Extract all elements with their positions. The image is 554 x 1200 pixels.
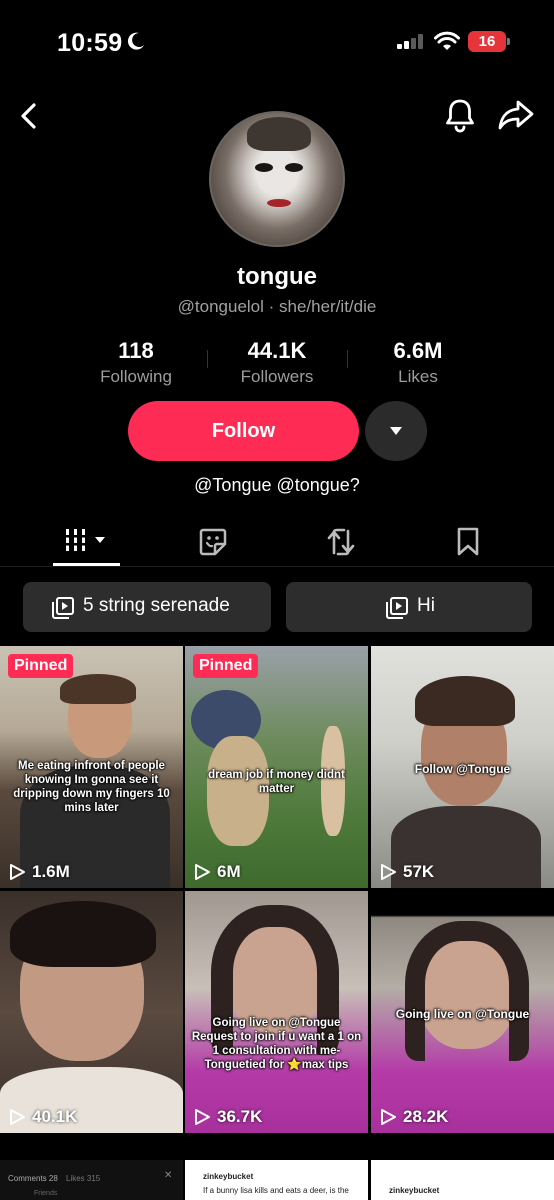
stat-likes[interactable]: 6.6M Likes bbox=[343, 338, 493, 387]
tab-reposts[interactable] bbox=[325, 518, 359, 566]
avatar[interactable] bbox=[209, 111, 345, 247]
back-arrow-icon[interactable] bbox=[14, 100, 46, 132]
tab-favorites[interactable] bbox=[454, 518, 482, 566]
status-time: 10:59 bbox=[57, 29, 123, 57]
view-count-value: 36.7K bbox=[217, 1107, 263, 1126]
video-tile[interactable]: Going live on @Tongue 28.2K bbox=[371, 891, 554, 1133]
likes-label: Likes 315 bbox=[66, 1174, 101, 1183]
play-icon bbox=[381, 864, 396, 880]
stat-label: Followers bbox=[240, 367, 314, 386]
signal-icon bbox=[397, 34, 423, 49]
moon-icon bbox=[127, 32, 144, 50]
stat-value: 118 bbox=[118, 338, 154, 363]
playlist-chip[interactable]: Hi bbox=[286, 582, 532, 632]
play-icon bbox=[381, 1109, 396, 1125]
playlist-chip[interactable]: 5 string serenade bbox=[23, 582, 271, 632]
caret-down-icon bbox=[390, 427, 402, 435]
playlist-icon bbox=[52, 597, 74, 619]
stat-label: Following bbox=[100, 367, 172, 386]
status-bar: 10:59 16 bbox=[0, 0, 554, 84]
stat-followers[interactable]: 44.1K Followers bbox=[202, 338, 352, 387]
bookmark-icon bbox=[457, 527, 479, 556]
play-icon bbox=[10, 864, 25, 880]
play-icon bbox=[195, 1109, 210, 1125]
stat-following[interactable]: 118 Following bbox=[61, 338, 211, 387]
view-count: 28.2K bbox=[379, 1107, 448, 1127]
view-count: 1.6M bbox=[8, 862, 70, 882]
video-tile[interactable]: 40.1K bbox=[0, 891, 183, 1133]
play-icon bbox=[195, 864, 210, 880]
video-tile[interactable]: Pinned dream job if money didnt matter 6… bbox=[185, 646, 368, 888]
sticker-face-icon bbox=[199, 528, 227, 556]
grid-icon bbox=[63, 529, 105, 551]
playlist-label: 5 string serenade bbox=[83, 595, 230, 616]
username: tongue bbox=[237, 263, 317, 290]
view-count: 6M bbox=[193, 862, 241, 882]
suggested-accounts-button[interactable] bbox=[365, 401, 427, 461]
view-count: 57K bbox=[379, 862, 434, 882]
stat-value: 6.6M bbox=[393, 338, 443, 363]
close-icon: ✕ bbox=[164, 1170, 173, 1181]
view-count: 40.1K bbox=[8, 1107, 77, 1127]
tabs-divider bbox=[0, 566, 554, 567]
stat-value: 44.1K bbox=[247, 338, 307, 363]
video-caption: dream job if money didnt matter bbox=[208, 769, 345, 795]
view-count-value: 1.6M bbox=[32, 862, 70, 881]
view-count-value: 40.1K bbox=[32, 1107, 78, 1126]
follow-button[interactable]: Follow bbox=[128, 401, 359, 461]
battery-level: 16 bbox=[478, 33, 496, 50]
video-caption: Follow @Tongue bbox=[414, 762, 511, 776]
view-count: 36.7K bbox=[193, 1107, 262, 1127]
play-icon bbox=[10, 1109, 25, 1125]
peek-username: zinkeybucket bbox=[389, 1186, 440, 1195]
stat-label: Likes bbox=[398, 367, 438, 386]
video-tile-peek[interactable]: zinkeybucket If a bunny lisa kills and e… bbox=[185, 1160, 368, 1200]
playlist-icon bbox=[386, 597, 408, 619]
video-caption: Going live on @Tongue Request to join if… bbox=[191, 1017, 362, 1071]
peek-comment-text: If a bunny lisa kills and eats a deer, i… bbox=[203, 1186, 349, 1195]
video-caption: Going live on @Tongue bbox=[395, 1007, 530, 1021]
battery-indicator: 16 bbox=[468, 31, 510, 52]
repost-icon bbox=[327, 528, 355, 556]
wifi-icon bbox=[434, 31, 460, 50]
handle-and-pronouns: @tonguelol · she/her/it/die bbox=[177, 297, 377, 316]
pinned-badge: Pinned bbox=[193, 654, 259, 678]
tab-reposts-stickers[interactable] bbox=[197, 518, 231, 566]
video-tile-peek[interactable]: Comments 28 Likes 315 Friends ✕ bbox=[0, 1160, 183, 1200]
video-tile-peek[interactable]: zinkeybucket bbox=[371, 1160, 554, 1200]
comments-label: Comments 28 bbox=[8, 1174, 58, 1183]
friends-label: Friends bbox=[34, 1190, 58, 1197]
video-tile[interactable]: Follow @Tongue 57K bbox=[371, 646, 554, 888]
view-count-value: 6M bbox=[217, 862, 241, 881]
pinned-badge: Pinned bbox=[8, 654, 74, 678]
tab-videos[interactable] bbox=[62, 518, 112, 566]
bell-icon[interactable] bbox=[443, 97, 477, 133]
bio: @Tongue @tongue? bbox=[194, 475, 360, 495]
peek-username: zinkeybucket bbox=[203, 1172, 254, 1181]
share-icon[interactable] bbox=[497, 98, 535, 132]
video-tile[interactable]: Pinned Me eating infront of people knowi… bbox=[0, 646, 183, 888]
video-caption: Me eating infront of people knowing Im g… bbox=[13, 760, 170, 814]
video-tile[interactable]: Going live on @Tongue Request to join if… bbox=[185, 891, 368, 1133]
playlist-label: Hi bbox=[417, 595, 435, 616]
view-count-value: 57K bbox=[403, 862, 435, 881]
view-count-value: 28.2K bbox=[403, 1107, 449, 1126]
